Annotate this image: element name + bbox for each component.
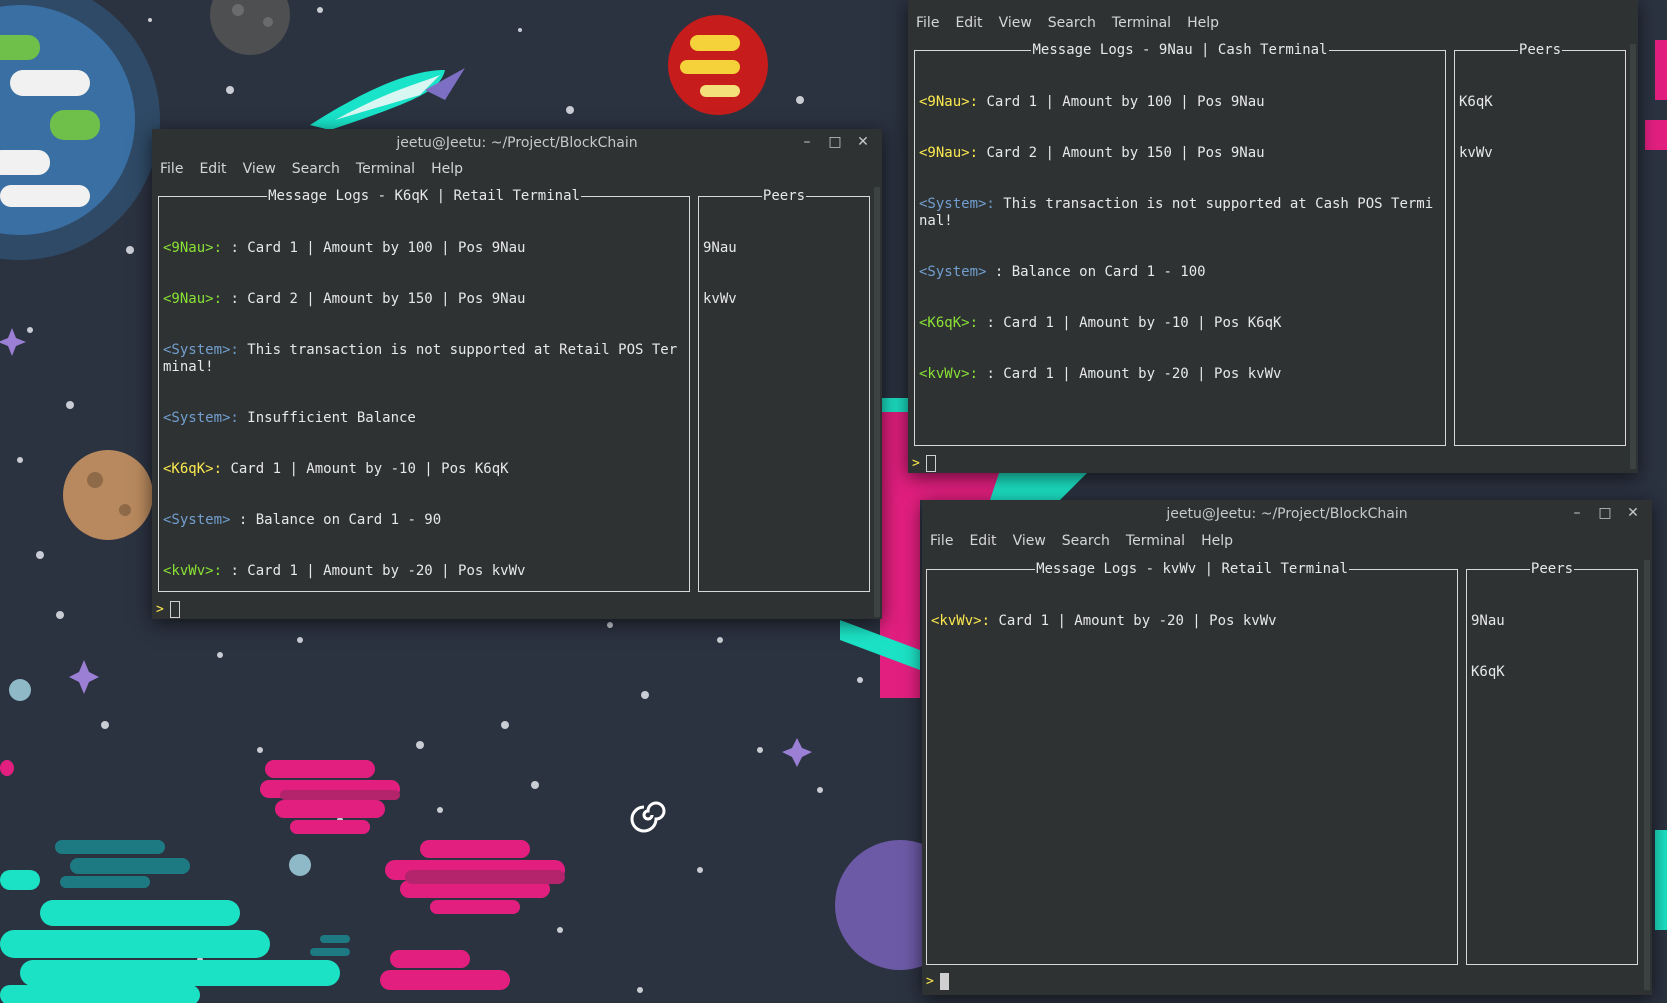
- menubar: File Edit View Search Terminal Help: [922, 528, 1652, 554]
- log-pane-title: Message Logs - K6qK | Retail Terminal: [267, 188, 581, 204]
- prompt-symbol: >: [156, 601, 164, 617]
- scrollbar[interactable]: [1644, 560, 1650, 990]
- log-line: <K6qK>: : Card 1 | Amount by -10 | Pos K…: [919, 315, 1282, 331]
- menu-view[interactable]: View: [991, 15, 1040, 31]
- peers-pane-title: Peers: [1517, 42, 1563, 58]
- brown-planet: [63, 450, 153, 540]
- log-pane-title: Message Logs - 9Nau | Cash Terminal: [1031, 42, 1329, 58]
- log-line: <K6qK>: Card 1 | Amount by -10 | Pos K6q…: [163, 461, 509, 477]
- window-title: jeetu@Jeetu: ~/Project/BlockChain: [396, 135, 638, 151]
- menu-search[interactable]: Search: [284, 161, 348, 177]
- peer-item: 9Nau: [1471, 613, 1505, 629]
- log-line: <kvWv>: : Card 1 | Amount by -20 | Pos k…: [163, 563, 526, 579]
- menu-view[interactable]: View: [1005, 533, 1054, 549]
- text-cursor: [939, 972, 949, 990]
- peer-item: kvWv: [703, 291, 737, 307]
- log-line: <9Nau>: Card 1 | Amount by 100 | Pos 9Na…: [919, 94, 1265, 110]
- command-input[interactable]: >: [912, 454, 936, 472]
- message-log-pane: Message Logs - K6qK | Retail Terminal <9…: [158, 188, 690, 592]
- menu-view[interactable]: View: [235, 161, 284, 177]
- menu-terminal[interactable]: Terminal: [1118, 533, 1193, 549]
- terminal-window-kvwv: jeetu@Jeetu: ~/Project/BlockChain – □ ✕ …: [922, 500, 1652, 995]
- maximize-icon[interactable]: □: [826, 133, 844, 151]
- log-line: <9Nau>: : Card 2 | Amount by 150 | Pos 9…: [163, 291, 526, 307]
- menubar: File Edit View Search Terminal Help: [908, 10, 1638, 36]
- window-titlebar[interactable]: jeetu@Jeetu: ~/Project/BlockChain – □ ✕: [922, 500, 1652, 528]
- menu-help[interactable]: Help: [1193, 533, 1241, 549]
- menu-edit[interactable]: Edit: [947, 15, 990, 31]
- log-line: <9Nau>: : Card 1 | Amount by 100 | Pos 9…: [163, 240, 526, 256]
- peer-item: kvWv: [1459, 145, 1493, 161]
- peer-item: K6qK: [1471, 664, 1505, 680]
- log-line: <System>: This transaction is not suppor…: [919, 196, 1434, 229]
- menu-edit[interactable]: Edit: [191, 161, 234, 177]
- window-title: jeetu@Jeetu: ~/Project/BlockChain: [1166, 506, 1408, 522]
- message-log-pane: Message Logs - kvWv | Retail Terminal <k…: [926, 561, 1458, 965]
- minimize-icon[interactable]: –: [1568, 504, 1586, 522]
- log-line: <System> : Balance on Card 1 - 90: [163, 512, 442, 528]
- peer-item: K6qK: [1459, 94, 1493, 110]
- terminal-window-k6qk: jeetu@Jeetu: ~/Project/BlockChain – □ ✕ …: [152, 129, 882, 619]
- peers-pane-title: Peers: [761, 188, 807, 204]
- menu-search[interactable]: Search: [1040, 15, 1104, 31]
- peers-pane-title: Peers: [1529, 561, 1575, 577]
- log-pane-title: Message Logs - kvWv | Retail Terminal: [1035, 561, 1349, 577]
- menu-help[interactable]: Help: [423, 161, 471, 177]
- scrollbar[interactable]: [874, 187, 880, 617]
- menubar: File Edit View Search Terminal Help: [152, 156, 882, 182]
- prompt-symbol: >: [912, 455, 920, 471]
- peers-pane: Peers K6qK kvWv: [1454, 42, 1626, 446]
- menu-file[interactable]: File: [152, 161, 191, 177]
- menu-terminal[interactable]: Terminal: [1104, 15, 1179, 31]
- menu-help[interactable]: Help: [1179, 15, 1227, 31]
- command-input[interactable]: >: [156, 600, 180, 618]
- text-cursor: [169, 600, 180, 618]
- peers-pane: Peers 9Nau K6qK: [1466, 561, 1638, 965]
- log-line: <kvWv>: Card 1 | Amount by -20 | Pos kvW…: [931, 613, 1277, 629]
- minimize-icon[interactable]: –: [798, 133, 816, 151]
- menu-edit[interactable]: Edit: [961, 533, 1004, 549]
- message-log-pane: Message Logs - 9Nau | Cash Terminal <9Na…: [914, 42, 1446, 446]
- window-titlebar[interactable]: jeetu@Jeetu: ~/Project/BlockChain – □ ✕: [152, 129, 882, 157]
- maximize-icon[interactable]: □: [1596, 504, 1614, 522]
- command-input[interactable]: >: [926, 972, 949, 990]
- log-line: <System> : Balance on Card 1 - 100: [919, 264, 1206, 280]
- log-line: <kvWv>: : Card 1 | Amount by -20 | Pos k…: [919, 366, 1282, 382]
- scrollbar[interactable]: [1630, 44, 1636, 469]
- menu-file[interactable]: File: [922, 533, 961, 549]
- log-line: <9Nau>: Card 2 | Amount by 150 | Pos 9Na…: [919, 145, 1265, 161]
- close-icon[interactable]: ✕: [1624, 504, 1642, 522]
- peer-item: 9Nau: [703, 240, 737, 256]
- window-titlebar[interactable]: [908, 0, 1638, 8]
- log-line: <System>: This transaction is not suppor…: [163, 342, 678, 375]
- close-icon[interactable]: ✕: [854, 133, 872, 151]
- peers-pane: Peers 9Nau kvWv: [698, 188, 870, 592]
- prompt-symbol: >: [926, 973, 934, 989]
- text-cursor: [925, 454, 936, 472]
- menu-terminal[interactable]: Terminal: [348, 161, 423, 177]
- terminal-window-9nau: File Edit View Search Terminal Help Mess…: [908, 0, 1638, 473]
- log-line: <System>: Insufficient Balance: [163, 410, 416, 426]
- menu-file[interactable]: File: [908, 15, 947, 31]
- menu-search[interactable]: Search: [1054, 533, 1118, 549]
